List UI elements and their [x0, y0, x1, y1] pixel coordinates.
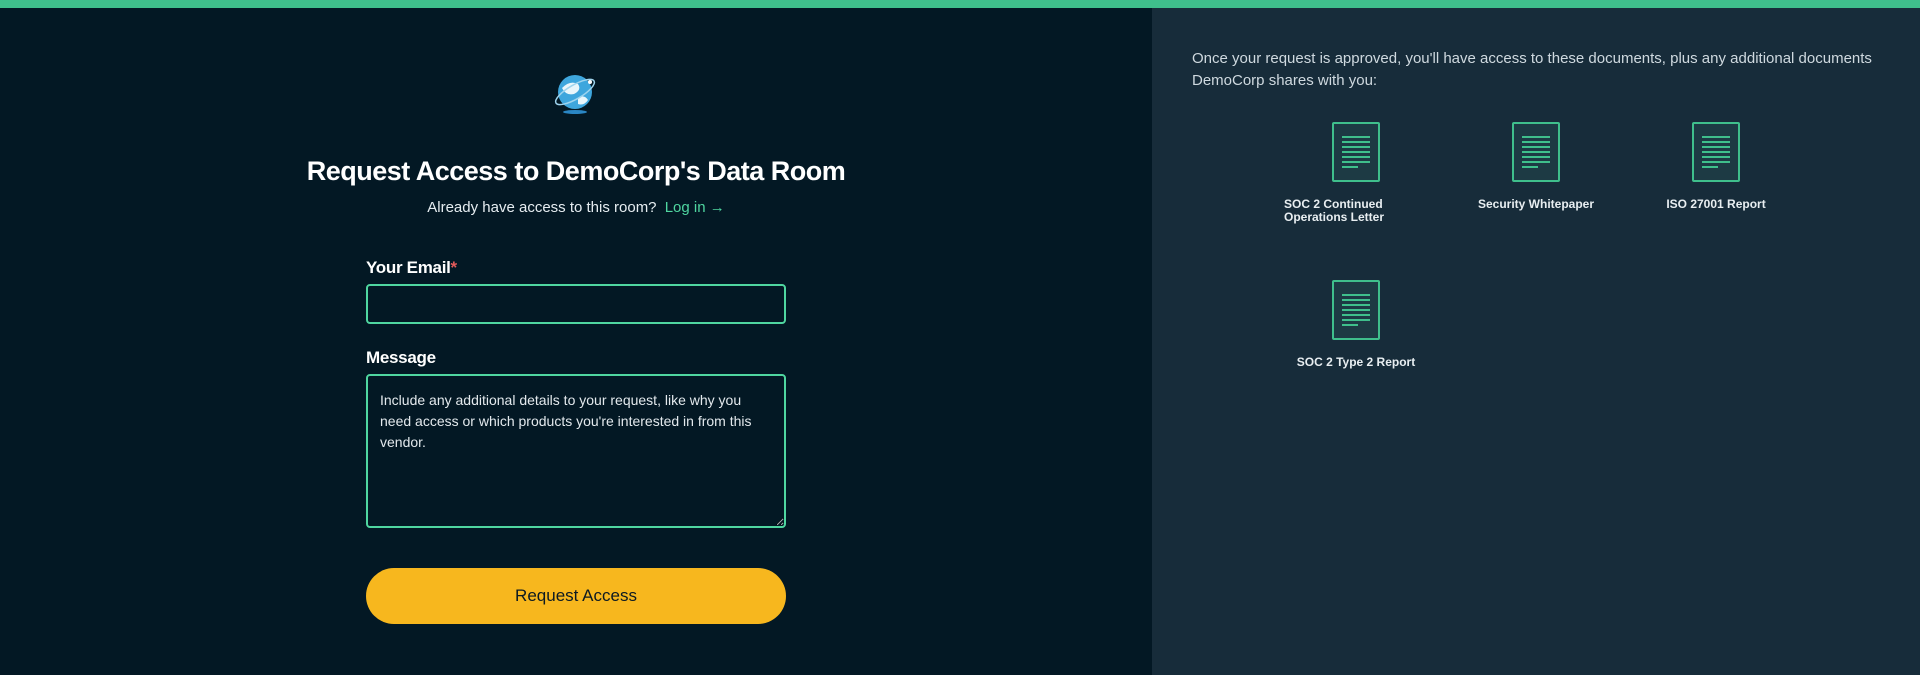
document-icon [1332, 122, 1380, 182]
email-input[interactable] [366, 284, 786, 324]
document-label: SOC 2 Type 2 Report [1296, 355, 1416, 369]
documents-pane [1152, 8, 1920, 675]
page-title: Request Access to DemoCorp's Data Room [306, 156, 846, 186]
login-prompt-text: Already have access to this room? [427, 199, 657, 216]
document-item-iso27001[interactable]: ISO 27001 Report [1636, 122, 1796, 211]
login-link[interactable]: Log in → [665, 199, 725, 216]
login-prompt: Already have access to this room? Log in… [0, 199, 1152, 216]
document-item-security-whitepaper[interactable]: Security Whitepaper [1456, 122, 1616, 211]
documents-info-text: Once your request is approved, you'll ha… [1192, 50, 1872, 89]
message-textarea[interactable] [366, 374, 786, 528]
email-label-text: Your Email [366, 258, 451, 277]
request-access-button[interactable]: Request Access [366, 568, 786, 624]
message-label: Message [366, 348, 436, 367]
top-accent-bar [0, 0, 1920, 8]
document-icon [1332, 280, 1380, 340]
email-label: Your Email* [366, 258, 457, 278]
document-label: SOC 2 Continued Operations Letter [1284, 197, 1385, 224]
document-label: Security Whitepaper [1477, 197, 1595, 211]
required-asterisk: * [450, 258, 458, 277]
document-icon [1692, 122, 1740, 182]
document-label: ISO 27001 Report [1666, 197, 1766, 211]
document-icon [1512, 122, 1560, 182]
company-logo-globe-icon [552, 70, 598, 116]
document-item-soc2-continued[interactable]: SOC 2 Continued Operations Letter [1276, 122, 1436, 224]
document-item-soc2-type2[interactable]: SOC 2 Type 2 Report [1276, 280, 1436, 369]
